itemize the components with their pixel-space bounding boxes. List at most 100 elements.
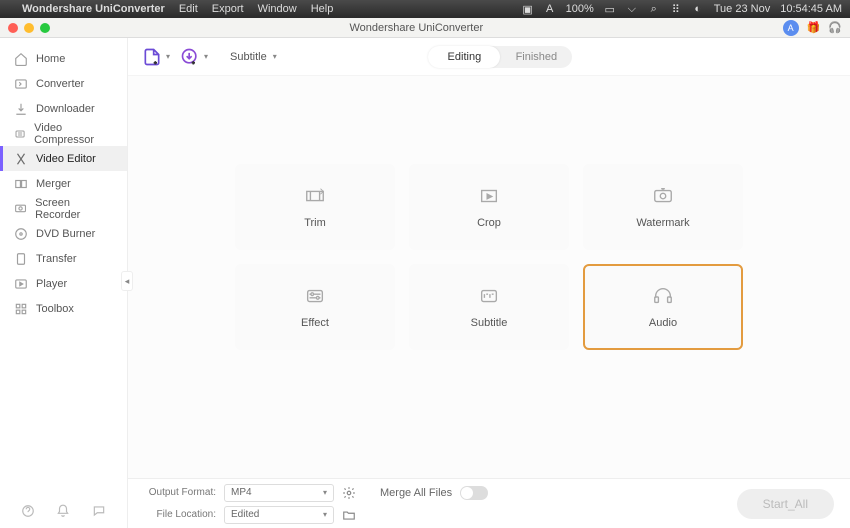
tile-label: Crop xyxy=(477,217,501,229)
start-all-button[interactable]: Start_All xyxy=(737,489,834,519)
menubar-time[interactable]: 10:54:45 AM xyxy=(780,3,842,15)
feedback-icon[interactable] xyxy=(92,504,106,518)
folder-icon[interactable] xyxy=(342,508,356,522)
menu-export[interactable]: Export xyxy=(212,3,244,15)
menu-edit[interactable]: Edit xyxy=(179,3,198,15)
window-titlebar: Wondershare UniConverter A 🎁 🎧 xyxy=(0,18,850,38)
tile-audio[interactable]: Audio xyxy=(583,264,743,350)
lang-icon[interactable]: A xyxy=(544,3,556,15)
sidebar-item-label: Transfer xyxy=(36,253,77,265)
control-center-icon[interactable]: ⠿ xyxy=(670,3,682,16)
sidebar: Home Converter Downloader Video Compress… xyxy=(0,38,128,528)
sidebar-item-label: Downloader xyxy=(36,103,95,115)
tile-crop[interactable]: Crop xyxy=(409,164,569,250)
tile-watermark[interactable]: Watermark xyxy=(583,164,743,250)
avatar[interactable]: A xyxy=(783,20,799,36)
chevron-down-icon: ▾ xyxy=(273,52,277,61)
audio-icon xyxy=(652,285,674,307)
sidebar-item-label: Player xyxy=(36,278,67,290)
compress-icon xyxy=(14,127,26,141)
sidebar-item-transfer[interactable]: Transfer xyxy=(0,246,127,271)
maximize-icon[interactable] xyxy=(40,23,50,33)
home-icon xyxy=(14,52,28,66)
download-icon xyxy=(14,102,28,116)
siri-icon[interactable]: ◐ xyxy=(692,3,704,15)
download-videos-button[interactable]: ▾ xyxy=(180,47,208,67)
macos-menubar: Wondershare UniConverter Edit Export Win… xyxy=(0,0,850,18)
merge-label: Merge All Files xyxy=(380,487,452,499)
sidebar-item-compressor[interactable]: Video Compressor xyxy=(0,121,127,146)
tile-label: Trim xyxy=(304,217,326,229)
tab-segment: Editing Finished xyxy=(428,46,572,68)
menu-help[interactable]: Help xyxy=(311,3,334,15)
gift-icon[interactable]: 🎁 xyxy=(807,21,821,34)
sidebar-item-label: DVD Burner xyxy=(36,228,95,240)
converter-icon xyxy=(14,77,28,91)
subtitle-label: Subtitle xyxy=(230,51,267,63)
footer-bar: Output Format: MP4 ▾ Merge All Files Fil… xyxy=(128,478,850,528)
file-location-select[interactable]: Edited ▾ xyxy=(224,506,334,524)
tile-label: Effect xyxy=(301,317,329,329)
sidebar-item-label: Screen Recorder xyxy=(35,197,113,221)
close-icon[interactable] xyxy=(8,23,18,33)
sidebar-item-toolbox[interactable]: Toolbox xyxy=(0,296,127,321)
add-file-icon xyxy=(142,47,162,67)
sidebar-item-video-editor[interactable]: Video Editor xyxy=(0,146,127,171)
sidebar-collapse-button[interactable]: ◂ xyxy=(121,271,133,291)
recorder-icon xyxy=(14,202,27,216)
subtitle-icon xyxy=(478,285,500,307)
output-format-select[interactable]: MP4 ▾ xyxy=(224,484,334,502)
sidebar-item-converter[interactable]: Converter xyxy=(0,71,127,96)
chevron-down-icon: ▾ xyxy=(204,52,208,61)
download-round-icon xyxy=(180,47,200,67)
subtitle-dropdown[interactable]: Subtitle ▾ xyxy=(222,47,285,67)
file-location-value: Edited xyxy=(231,509,259,520)
tab-editing[interactable]: Editing xyxy=(428,46,500,68)
sidebar-item-home[interactable]: Home xyxy=(0,46,127,71)
effect-icon xyxy=(304,285,326,307)
tile-trim[interactable]: Trim xyxy=(235,164,395,250)
help-icon[interactable] xyxy=(21,504,35,518)
toolbar: ▾ ▾ Subtitle ▾ Editing Finished xyxy=(128,38,850,76)
sidebar-item-label: Toolbox xyxy=(36,303,74,315)
sidebar-item-dvd[interactable]: DVD Burner xyxy=(0,221,127,246)
traffic-lights[interactable] xyxy=(8,23,50,33)
editor-icon xyxy=(14,152,28,166)
wifi-icon[interactable]: ⌵ xyxy=(626,3,638,16)
minimize-icon[interactable] xyxy=(24,23,34,33)
sidebar-item-label: Merger xyxy=(36,178,71,190)
window-title: Wondershare UniConverter xyxy=(349,22,483,34)
main-panel: ▾ ▾ Subtitle ▾ Editing Finished Trim xyxy=(128,38,850,528)
output-format-value: MP4 xyxy=(231,487,252,498)
editor-tiles: Trim Crop Watermark Effect Subtitle Audi… xyxy=(128,76,850,478)
battery-percent: 100% xyxy=(566,3,594,15)
crop-icon xyxy=(478,185,500,207)
chevron-down-icon: ▾ xyxy=(323,488,327,497)
tab-finished[interactable]: Finished xyxy=(500,46,572,68)
sidebar-item-label: Home xyxy=(36,53,65,65)
sidebar-item-player[interactable]: Player xyxy=(0,271,127,296)
bell-icon[interactable] xyxy=(56,504,70,518)
trim-icon xyxy=(304,185,326,207)
gear-icon[interactable] xyxy=(342,486,356,500)
tile-effect[interactable]: Effect xyxy=(235,264,395,350)
sidebar-item-label: Video Compressor xyxy=(34,122,113,146)
menubar-app-name[interactable]: Wondershare UniConverter xyxy=(22,3,165,15)
sidebar-item-label: Converter xyxy=(36,78,84,90)
merge-toggle[interactable] xyxy=(460,486,488,500)
shield-icon[interactable]: ▣ xyxy=(522,3,534,16)
battery-icon: ▭ xyxy=(604,3,616,16)
toolbox-icon xyxy=(14,302,28,316)
transfer-icon xyxy=(14,252,28,266)
search-icon[interactable]: ⌕ xyxy=(648,3,660,16)
sidebar-item-recorder[interactable]: Screen Recorder xyxy=(0,196,127,221)
menu-window[interactable]: Window xyxy=(258,3,297,15)
menubar-date[interactable]: Tue 23 Nov xyxy=(714,3,770,15)
tile-label: Watermark xyxy=(636,217,689,229)
sidebar-item-downloader[interactable]: Downloader xyxy=(0,96,127,121)
tile-subtitle[interactable]: Subtitle xyxy=(409,264,569,350)
output-format-label: Output Format: xyxy=(144,487,216,498)
sidebar-item-merger[interactable]: Merger xyxy=(0,171,127,196)
headphones-icon[interactable]: 🎧 xyxy=(828,21,842,34)
add-file-button[interactable]: ▾ xyxy=(142,47,170,67)
